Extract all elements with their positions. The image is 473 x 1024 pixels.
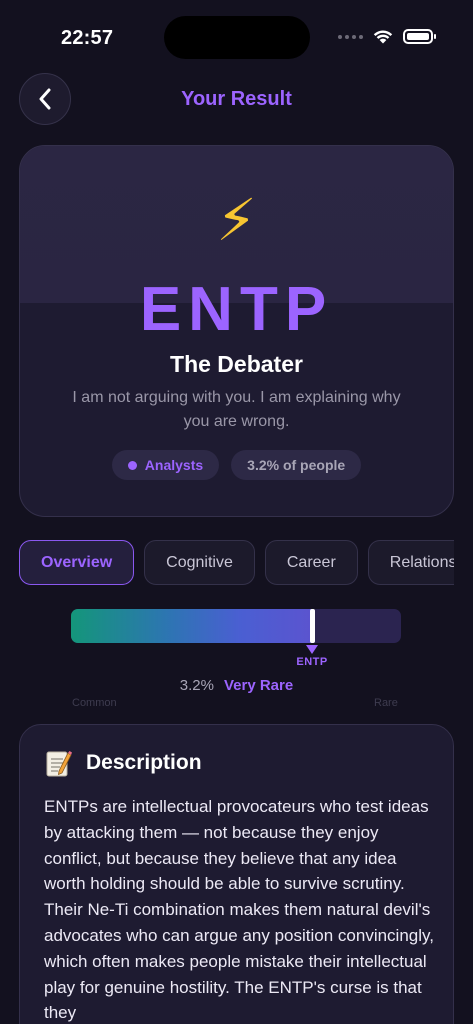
personality-quote: I am not arguing with you. I am explaini… [72,389,401,430]
description-title: Description [86,751,202,774]
tab-relationships[interactable]: Relationships [367,540,454,585]
tab-overview[interactable]: Overview [19,540,135,585]
lightning-icon: ⚡ [216,188,257,253]
cellular-signal-icon [338,34,363,39]
description-header: Description [46,749,202,777]
status-icons [338,29,436,44]
group-badge-label: Analysts [144,457,204,473]
rarity-percent: 3.2% [179,677,214,694]
memo-icon [46,751,72,777]
rarity-scale-min: Common [72,697,117,709]
group-dot-icon [127,460,137,470]
tab-cognitive[interactable]: Cognitive [144,540,255,585]
result-badges: Analysts 3.2% of people [20,450,453,480]
rarity-marker-label: ENTP [296,656,328,668]
description-text: ENTPs are intellectual provocateurs who … [44,797,434,1023]
wifi-icon [373,30,393,44]
rarity-scale-max: Rare [374,697,398,709]
rarity-pointer-icon [305,645,318,654]
tab-career[interactable]: Career [264,540,358,585]
population-badge: 3.2% of people [231,450,362,480]
rarity-meter [71,609,401,643]
tab-bar[interactable]: Overview Cognitive Career Relationships [19,540,454,587]
rarity-marker [309,609,315,643]
personality-name: The Debater [170,351,303,377]
rarity-readout: 3.2% Very Rare [0,677,473,694]
dynamic-island [164,16,310,59]
battery-icon [403,29,436,44]
page-title: Your Result [181,88,292,110]
status-bar: 22:57 [0,0,473,74]
status-time: 22:57 [61,27,114,49]
description-card: Description ENTPs are intellectual provo… [19,724,454,1024]
rarity-meter-fill [71,609,312,643]
group-badge: Analysts [111,450,220,480]
rarity-rank: Very Rare [223,677,294,694]
personality-type: ENTP [139,275,334,344]
result-card: ⚡ ENTP The Debater I am not arguing with… [19,145,454,517]
